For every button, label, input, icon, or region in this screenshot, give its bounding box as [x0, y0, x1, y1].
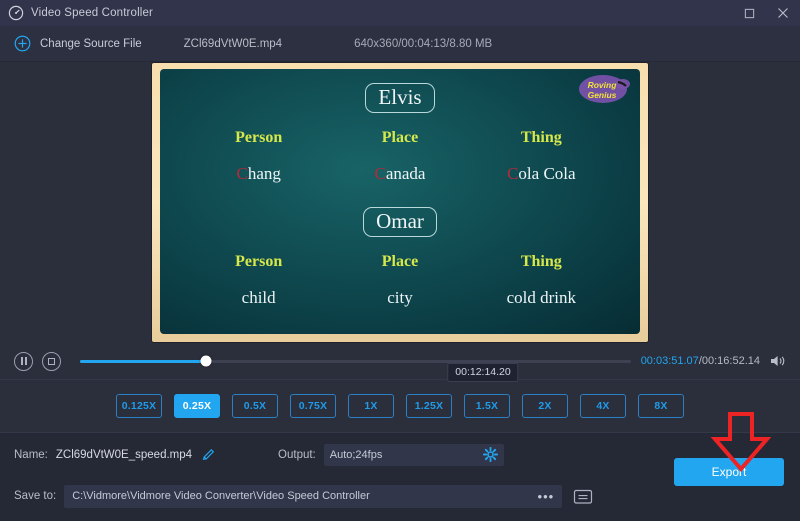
slide1-value-person: Chang: [188, 164, 329, 184]
output-format-field[interactable]: Auto;24fps: [323, 443, 504, 466]
maximize-button[interactable]: [732, 0, 766, 26]
browse-button[interactable]: •••: [538, 485, 555, 508]
transport-bar: 00:03:51.07 / 00:16:52.14: [0, 343, 800, 379]
stop-icon: [48, 357, 55, 365]
gear-icon[interactable]: [482, 446, 498, 462]
output-format-value: Auto;24fps: [329, 448, 383, 461]
speed-button-4x[interactable]: 4X: [580, 394, 626, 418]
plus-circle-icon[interactable]: [14, 35, 31, 52]
source-bar: Change Source File ZCl69dVtW0E.mp4 640x3…: [0, 26, 800, 62]
speed-options-row: 0.125X 0.25X 0.5X 0.75X 1X 1.25X 1.5X 2X 4X 8X: [0, 379, 800, 432]
slide1-name: Elvis: [365, 83, 435, 114]
output-name-value: ZCl69dVtW0E_speed.mp4: [55, 448, 193, 461]
speed-button-2x[interactable]: 2X: [522, 394, 568, 418]
save-to-label: Save to:: [14, 490, 57, 502]
pause-icon: [20, 357, 23, 365]
source-file-meta: 640x360/00:04:13/8.80 MB: [354, 37, 493, 50]
slide2-name-box: Omar: [160, 207, 640, 238]
video-speed-controller-window: Video Speed Controller Change Source Fil…: [0, 0, 800, 521]
slide1-value-place-rest: anada: [385, 164, 426, 183]
slide1-value-person-initial: C: [236, 164, 248, 183]
speed-button-0-5x[interactable]: 0.5X: [232, 394, 278, 418]
output-settings-panel: Name: ZCl69dVtW0E_speed.mp4 Output: Auto…: [0, 432, 800, 521]
slide1-header-place: Place: [381, 129, 419, 146]
source-file-name: ZCl69dVtW0E.mp4: [183, 37, 283, 50]
slide1-header-person: Person: [235, 129, 283, 146]
speed-button-1x[interactable]: 1X: [348, 394, 394, 418]
speed-button-1-25x[interactable]: 1.25X: [406, 394, 452, 418]
progress-knob[interactable]: [200, 355, 212, 367]
video-preview-area[interactable]: Roving Genius Elvis Person Place Thing C…: [0, 62, 800, 343]
pause-button[interactable]: [14, 351, 33, 371]
slide2-value-thing: cold drink: [506, 288, 577, 307]
slide1-value-thing: Cola Cola: [471, 164, 612, 184]
slide1-name-box: Elvis: [160, 83, 640, 114]
speed-button-1-5x[interactable]: 1.5X: [464, 394, 510, 418]
folder-icon[interactable]: [572, 487, 594, 506]
slide2-header-thing: Thing: [520, 253, 562, 270]
pencil-icon[interactable]: [201, 447, 216, 462]
stop-button[interactable]: [42, 351, 61, 371]
slide1-value-place-initial: C: [374, 164, 386, 183]
slide1-headers: Person Place Thing: [160, 129, 640, 147]
progress-fill: [80, 359, 206, 363]
change-source-file-button[interactable]: Change Source File: [40, 38, 142, 50]
speed-button-0-125x[interactable]: 0.125X: [116, 394, 162, 418]
slide2-name: Omar: [363, 207, 437, 238]
slide2-header-person: Person: [235, 253, 283, 270]
current-time: 00:03:51.07: [640, 355, 699, 367]
name-label: Name:: [14, 448, 48, 461]
speed-button-0-75x[interactable]: 0.75X: [290, 394, 336, 418]
close-button[interactable]: [766, 0, 800, 26]
pause-icon-bar2: [24, 357, 27, 365]
video-canvas: Roving Genius Elvis Person Place Thing C…: [160, 69, 640, 334]
window-controls: [732, 0, 800, 26]
slide1-value-thing-initial: C: [507, 164, 519, 183]
slide2-values: child city cold drink: [160, 288, 640, 308]
video-frame-border: Roving Genius Elvis Person Place Thing C…: [152, 63, 648, 342]
save-to-input[interactable]: C:\Vidmore\Vidmore Video Converter\Video…: [64, 484, 563, 508]
output-label: Output:: [278, 448, 316, 461]
slide1-value-thing-rest: ola Cola: [518, 164, 576, 183]
window-title: Video Speed Controller: [31, 7, 154, 19]
seek-time-tooltip: 00:12:14.20: [447, 363, 519, 382]
slide2-value-person: child: [241, 288, 276, 307]
progress-slider[interactable]: [80, 352, 631, 370]
slide2-header-place: Place: [381, 253, 419, 270]
speed-button-0-25x[interactable]: 0.25X: [174, 394, 220, 418]
total-time: 00:16:52.14: [701, 355, 760, 367]
slide1-header-thing: Thing: [520, 129, 562, 146]
slide2-headers: Person Place Thing: [160, 253, 640, 271]
slide1-value-person-rest: hang: [247, 164, 281, 183]
slide1-values: Chang Canada Cola Cola: [160, 164, 640, 184]
speedometer-icon: [8, 5, 24, 21]
save-to-value: C:\Vidmore\Vidmore Video Converter\Video…: [72, 490, 370, 502]
slide2-value-place: city: [387, 288, 413, 307]
speaker-icon[interactable]: [769, 354, 786, 368]
title-bar: Video Speed Controller: [0, 0, 800, 26]
speed-button-8x[interactable]: 8X: [638, 394, 684, 418]
progress-track[interactable]: [80, 355, 631, 367]
slide1-value-place: Canada: [329, 164, 470, 184]
export-button[interactable]: Export: [674, 458, 784, 486]
